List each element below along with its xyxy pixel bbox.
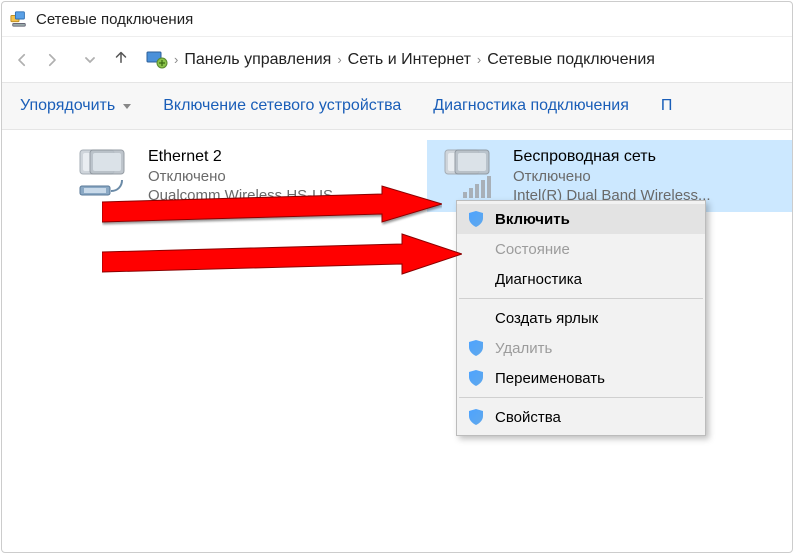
nav-recent-dropdown[interactable] — [76, 46, 104, 74]
menu-delete-label: Удалить — [495, 340, 552, 357]
menu-enable-label: Включить — [495, 211, 570, 228]
window: Сетевые подключения › Панель управления … — [1, 1, 793, 553]
command-bar: Упорядочить Включение сетевого устройств… — [2, 82, 792, 130]
wireless-adapter-icon — [439, 148, 499, 202]
shield-icon — [467, 408, 485, 426]
blank-icon — [467, 270, 485, 288]
network-connections-icon — [10, 10, 28, 28]
nav-forward-button[interactable] — [38, 46, 66, 74]
titlebar: Сетевые подключения — [2, 2, 792, 36]
menu-create-shortcut-label: Создать ярлык — [495, 310, 598, 327]
shield-icon — [467, 369, 485, 387]
menu-state: Состояние — [457, 234, 705, 264]
nav-up-button[interactable] — [112, 48, 130, 71]
menu-rename-label: Переименовать — [495, 370, 605, 387]
annotation-arrow — [102, 230, 462, 290]
nav-back-button[interactable] — [8, 46, 36, 74]
chevron-down-icon — [123, 104, 131, 109]
connection-item-ethernet[interactable]: Ethernet 2 Отключено Qualcomm Wireless H… — [62, 140, 427, 212]
control-panel-icon — [146, 49, 168, 71]
menu-diagnostics[interactable]: Диагностика — [457, 264, 705, 294]
connection-status: Отключено — [513, 168, 780, 185]
menu-diagnostics-label: Диагностика — [495, 271, 582, 288]
menu-enable[interactable]: Включить — [457, 204, 705, 234]
ethernet-adapter-icon — [74, 148, 134, 202]
context-menu: Включить Состояние Диагностика Создать я… — [456, 200, 706, 436]
diagnose-connection-button[interactable]: Диагностика подключения — [433, 97, 629, 115]
toolbar-overflow[interactable]: П — [661, 97, 673, 115]
menu-separator — [459, 397, 703, 398]
chevron-right-icon: › — [337, 52, 341, 67]
connection-status: Отключено — [148, 168, 415, 185]
nav-row: › Панель управления › Сеть и Интернет › … — [2, 36, 792, 82]
shield-icon — [467, 210, 485, 228]
content-area: Ethernet 2 Отключено Qualcomm Wireless H… — [2, 130, 792, 552]
connection-title: Ethernet 2 — [148, 148, 415, 166]
organize-menu[interactable]: Упорядочить — [20, 97, 131, 115]
shield-icon — [467, 339, 485, 357]
connection-device: Qualcomm Wireless HS-US... — [148, 187, 415, 204]
blank-icon — [467, 240, 485, 258]
chevron-right-icon: › — [174, 52, 178, 67]
chevron-right-icon: › — [477, 52, 481, 67]
menu-separator — [459, 298, 703, 299]
breadcrumb-item[interactable]: Сеть и Интернет — [348, 51, 471, 69]
menu-properties[interactable]: Свойства — [457, 402, 705, 432]
menu-create-shortcut[interactable]: Создать ярлык — [457, 303, 705, 333]
organize-label: Упорядочить — [20, 97, 115, 115]
breadcrumb-item[interactable]: Сетевые подключения — [487, 51, 655, 69]
connection-title: Беспроводная сеть — [513, 148, 780, 166]
menu-rename[interactable]: Переименовать — [457, 363, 705, 393]
enable-device-button[interactable]: Включение сетевого устройства — [163, 97, 401, 115]
breadcrumb[interactable]: › Панель управления › Сеть и Интернет › … — [174, 51, 786, 69]
menu-delete: Удалить — [457, 333, 705, 363]
menu-state-label: Состояние — [495, 241, 570, 258]
blank-icon — [467, 309, 485, 327]
breadcrumb-item[interactable]: Панель управления — [184, 51, 331, 69]
menu-properties-label: Свойства — [495, 409, 561, 426]
window-title: Сетевые подключения — [36, 11, 193, 28]
